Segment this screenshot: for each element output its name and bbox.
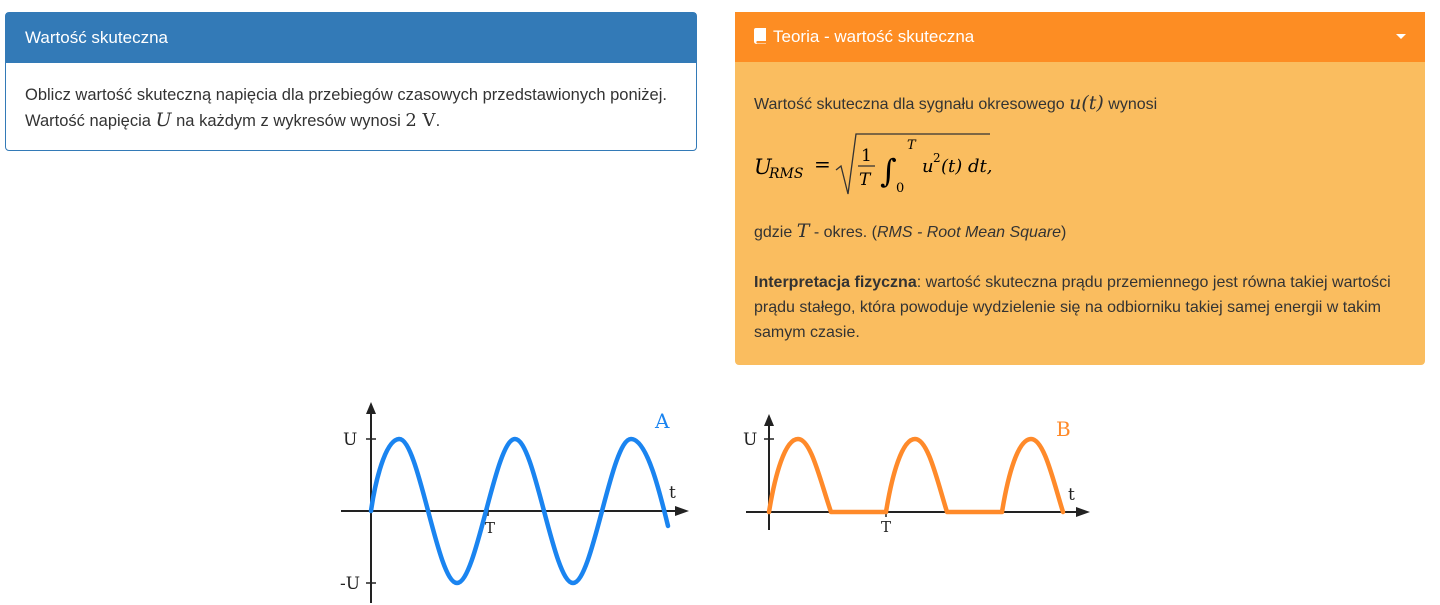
theory-panel-title: Teoria - wartość skuteczna <box>773 27 975 46</box>
label-u: U <box>343 430 357 450</box>
math-var-t: T <box>796 220 810 242</box>
task-panel: Wartość skuteczna Oblicz wartość skutecz… <box>5 12 697 151</box>
label-t-axis: t <box>669 483 676 503</box>
y-axis-arrow <box>764 414 774 426</box>
formula-integrand: u <box>922 156 934 177</box>
graph-a-label: A <box>654 409 670 433</box>
theory-panel-header[interactable]: Teoria - wartość skuteczna <box>735 12 1425 62</box>
x-axis-arrow <box>675 506 689 516</box>
where-text: gdzie <box>754 224 797 241</box>
formula-power: 2 <box>933 151 941 165</box>
math-value: 2 V <box>405 110 436 131</box>
formula-lhs-sub: RMS <box>768 166 803 182</box>
rms-formula: U RMS = 1 T ∫ T 0 u 2 (t) dt, <box>754 133 992 196</box>
integral-lower: 0 <box>896 181 904 196</box>
task-text-3: . <box>435 112 441 130</box>
label-period: T <box>485 519 495 537</box>
task-panel-title: Wartość skuteczna <box>6 13 696 63</box>
where-close: ) <box>1061 224 1067 241</box>
theory-intro: Wartość skuteczna dla sygnału okresowego… <box>754 92 1157 114</box>
formula-eq: = <box>814 152 831 176</box>
half-wave <box>766 436 1066 515</box>
intro-text: Wartość skuteczna dla sygnału okresowego <box>754 96 1070 113</box>
label-u: U <box>743 430 757 450</box>
waveform-graph-a: U -U t T A <box>340 402 689 603</box>
formula-rest: (t) dt, <box>941 156 992 177</box>
y-axis-arrow <box>366 402 376 414</box>
task-description: Oblicz wartość skuteczną napięcia dla pr… <box>6 63 696 154</box>
interp-heading: Interpretacja fizyczna <box>754 274 917 291</box>
where-text-2: - okres. ( <box>809 224 877 241</box>
chevron-down-icon[interactable] <box>1396 34 1406 39</box>
theory-panel: Teoria - wartość skuteczna Wartość skute… <box>735 12 1425 365</box>
integral-sign: ∫ <box>880 152 897 190</box>
theory-interpretation: Interpretacja fizyczna: wartość skuteczn… <box>754 270 1404 345</box>
math-var-u: U <box>155 109 172 131</box>
rms-expansion: RMS - Root Mean Square <box>876 224 1062 241</box>
theory-where: gdzie T - okres. (RMS - Root Mean Square… <box>754 220 1066 242</box>
x-axis-arrow <box>1076 507 1090 517</box>
label-period: T <box>881 518 891 536</box>
integral-upper: T <box>907 138 917 153</box>
formula-numerator: 1 <box>861 146 872 166</box>
book-icon <box>754 28 766 44</box>
intro-text-2: wynosi <box>1103 96 1158 113</box>
graph-b-label: B <box>1056 417 1071 441</box>
label-t-axis: t <box>1068 485 1075 505</box>
label-minus-u: -U <box>340 574 360 594</box>
task-text-2: na każdym z wykresów wynosi <box>171 112 406 130</box>
math-u-t: u(t) <box>1069 92 1104 114</box>
waveform-graph-b: U t T B <box>743 414 1090 536</box>
formula-denominator: T <box>859 170 872 190</box>
